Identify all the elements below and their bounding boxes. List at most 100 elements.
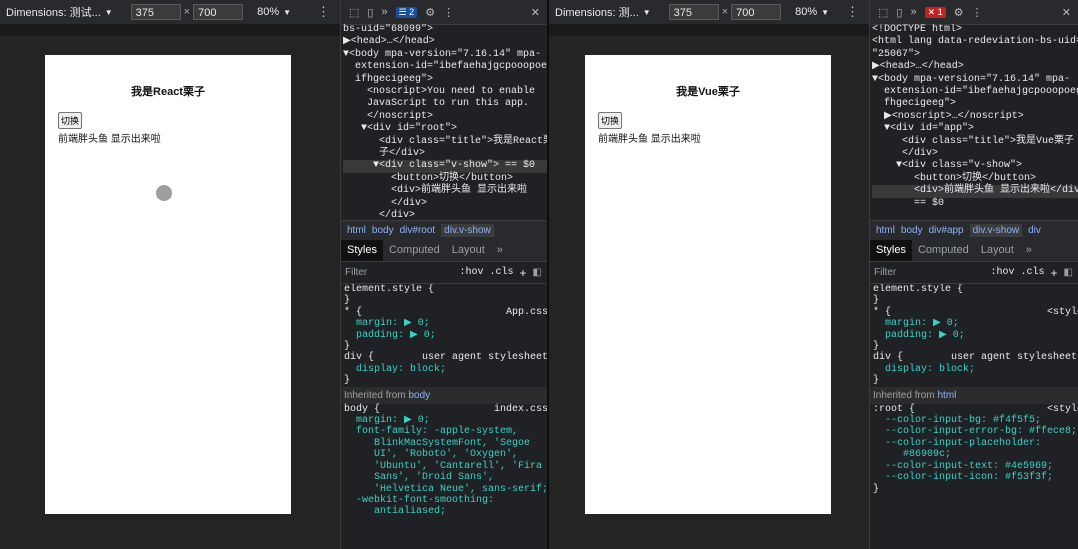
width-input[interactable]: 375 [668,4,719,20]
styles-tabs: Styles Computed Layout» [341,240,548,262]
height-input[interactable]: 700 [731,4,782,20]
device-toggle-icon[interactable]: ▯ [896,6,902,19]
issues-badge[interactable]: ☰ 2 [395,6,418,18]
styles-lines-line: element.style { [344,284,435,295]
dom-lines-line: </noscript> [343,110,434,122]
inherited-from-link[interactable]: body [408,390,430,401]
styles-filter-bar: Filter :hov .cls + ◧ [870,262,1078,284]
styles-lines-line: } [873,341,880,353]
page-title: 我是React栗子 [131,86,205,98]
body-lines-line: UI', 'Roboto', 'Oxygen', [344,449,519,461]
elements-tree[interactable]: <!DOCTYPE html> <html lang data-redeviati… [870,24,1078,220]
elements-tree[interactable]: bs-uid="68099"> ▶<head>…</head> ▼<body mpa… [341,24,548,220]
dom-lines-line: == $0 [872,197,945,209]
more-options-icon[interactable]: ⋮ [972,6,983,19]
device-toolbar: Dimensions: 测试... ▼ 375 × 700 80% ▼ ⋮ [0,0,340,25]
add-rule-icon[interactable]: + [1051,266,1058,280]
v-show-text: 前端胖头鱼 显示出来啦 [598,134,701,145]
v-show-text: 前端胖头鱼 显示出来啦 [58,134,161,145]
zoom-dropdown[interactable]: 80% [795,6,817,18]
close-icon[interactable]: ✕ [531,6,540,19]
breadcrumb-item[interactable]: body [901,225,923,236]
more-tabs-icon[interactable]: » [381,6,387,18]
more-options-icon[interactable]: ⋮ [317,4,330,20]
inherited-label: Inherited from [344,389,409,401]
ruler [0,24,340,36]
add-rule-icon[interactable]: + [520,266,527,280]
inherited-from-link[interactable]: html [937,390,956,401]
tab-styles[interactable]: Styles [341,240,383,261]
breadcrumb-item[interactable]: div.v-show [969,224,1023,237]
body-lines-line: -webkit-font-smoothing: [344,494,495,506]
toggle-button[interactable]: 切换 [598,112,623,129]
breadcrumb-item[interactable]: div [1028,225,1041,236]
zoom-dropdown[interactable]: 80% [257,6,279,18]
toggle-sidebar-icon[interactable]: ◧ [533,267,542,278]
styles-lines-line: div { user agent stylesheet [344,352,548,364]
times-icon: × [183,6,191,18]
dom-lines-line: ▼<body mpa-version="7.16.14" mpa- [872,73,1071,85]
breadcrumb-item[interactable]: div.v-show [441,224,494,237]
breadcrumb-item[interactable]: html [347,225,366,236]
root-lines-line: :root { <style> [873,403,1078,415]
chevron-down-icon: ▼ [283,7,292,17]
inherited-header: Inherited from html [870,386,1078,404]
styles-pane[interactable]: element.style {} * { <style> margin: ▶ 0;… [870,284,1078,549]
tab-layout[interactable]: Layout [975,240,1020,261]
device-toggle-icon[interactable]: ▯ [367,6,373,19]
toggle-sidebar-icon[interactable]: ◧ [1064,267,1073,278]
styles-lines-line: margin: ▶ 0; [344,318,430,330]
inspect-icon[interactable]: ⬚ [878,6,888,19]
dom-lines-line: ▼<body mpa-version="7.16.14" mpa- [343,48,542,60]
more-tabs-icon[interactable]: » [910,6,916,18]
root-lines-line: --color-input-error-bg: #ffece8; [873,426,1078,438]
dom-lines-line: extension-id="ibefaehajgcpooopoegk [343,61,548,73]
toggle-button[interactable]: 切换 [58,112,83,129]
dimensions-dropdown[interactable]: Dimensions: 测... [555,4,639,20]
dom-lines-line: JavaScript to run this app. [343,98,530,110]
device-screen: 我是React栗子 切换 前端胖头鱼 显示出来啦 [45,55,291,514]
tab-styles[interactable]: Styles [870,240,912,261]
dom-lines-line: <!DOCTYPE html> [872,24,963,35]
more-options-icon[interactable]: ⋮ [443,6,454,19]
body-lines-line: 'Helvetica Neue', sans-serif; [344,483,548,495]
hov-cls-toggle[interactable]: :hov .cls [460,267,514,278]
styles-lines-line: margin: ▶ 0; [873,318,959,330]
error-badge[interactable]: ✕ 1 [924,6,946,18]
breadcrumb: html body div#app div.v-show div [870,220,1078,241]
dom-lines-line: </div> [343,197,428,209]
dimensions-dropdown[interactable]: Dimensions: 测试... [6,4,101,20]
devtools-panel: ⬚ ▯ » ☰ 2 ⚙ ⋮ ✕ bs-uid="68099"> ▶<head>…<… [340,0,548,549]
close-icon[interactable]: ✕ [1062,6,1071,19]
chevron-down-icon: ▼ [821,7,830,17]
tab-[interactable]: » [491,240,509,261]
gear-icon[interactable]: ⚙ [425,6,435,19]
filter-input[interactable]: Filter [874,267,896,278]
breadcrumb-item[interactable]: body [372,225,394,236]
react-demo-panel: Dimensions: 测试... ▼ 375 × 700 80% ▼ ⋮ 我是… [0,0,548,549]
inspect-icon[interactable]: ⬚ [349,6,359,19]
styles-lines-line: } [344,341,351,353]
styles-lines-line: display: block; [344,363,447,375]
tab-layout[interactable]: Layout [446,240,491,261]
tab-computed[interactable]: Computed [912,240,975,261]
more-options-icon[interactable]: ⋮ [846,4,859,20]
tab-computed[interactable]: Computed [383,240,446,261]
touch-cursor-icon [156,185,172,201]
breadcrumb-item[interactable]: div#app [929,225,964,236]
styles-lines-line: } [873,375,880,387]
devtools-toolbar: ⬚ ▯ » ✕ 1 ⚙ ⋮ ✕ [870,0,1078,25]
filter-input[interactable]: Filter [345,267,367,278]
height-input[interactable]: 700 [193,4,244,20]
root-lines-line: --color-input-text: #4e5969; [873,460,1054,472]
gear-icon[interactable]: ⚙ [954,6,964,19]
page-title: 我是Vue栗子 [676,86,740,98]
breadcrumb-item[interactable]: html [876,225,895,236]
breadcrumb-item[interactable]: div#root [400,225,436,236]
tab-[interactable]: » [1020,240,1038,261]
hov-cls-toggle[interactable]: :hov .cls [991,267,1045,278]
styles-pane[interactable]: element.style {} * { App.css:1 margin: ▶ … [341,284,548,549]
dom-lines-line: </div> [343,210,416,220]
dom-lines-line: <noscript>You need to enable [343,86,536,98]
width-input[interactable]: 375 [130,4,181,20]
